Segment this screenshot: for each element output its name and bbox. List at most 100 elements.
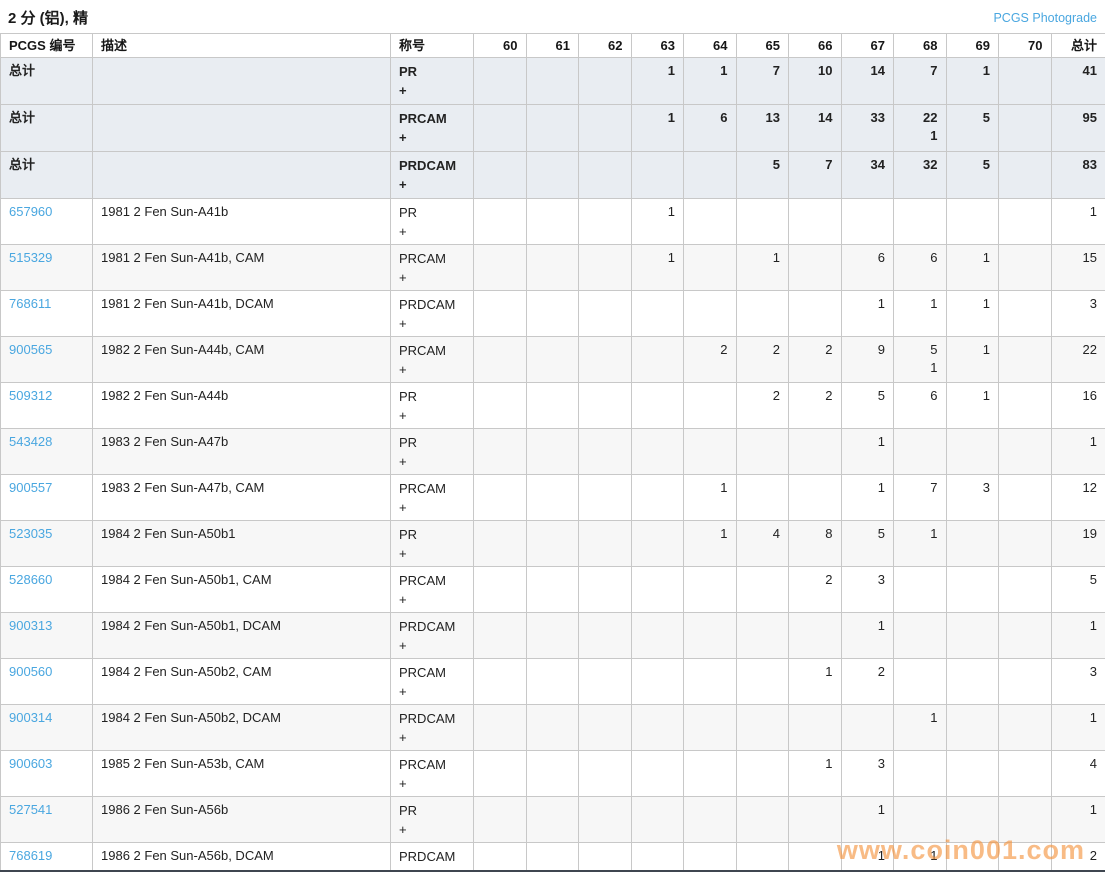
grade-64-count-cell — [684, 429, 737, 475]
pcgs-number-link[interactable]: 768611 — [9, 296, 51, 311]
table-row: 5275411986 2 Fen Sun-A56bPR+11 — [1, 797, 1105, 843]
total-count-cell: 15 — [1051, 245, 1105, 291]
grade-68-count-cell — [894, 751, 947, 797]
pcgs-number-link[interactable]: 523035 — [9, 526, 52, 541]
grade-66-count-cell — [789, 475, 842, 521]
grade-66-count-cell: 10 — [789, 58, 842, 105]
grade-68-count-cell — [894, 797, 947, 843]
grade-64-count-cell — [684, 705, 737, 751]
designation-cell: PRDCAM+ — [391, 613, 474, 659]
description-cell: 1984 2 Fen Sun-A50b2, DCAM — [93, 705, 391, 751]
grade-61-count-cell — [526, 337, 579, 383]
grade-count: 2 — [797, 341, 833, 359]
grade-63-count-cell: 1 — [631, 199, 684, 245]
pcgs-number-link[interactable]: 768619 — [9, 848, 52, 863]
grade-64-count-cell — [684, 659, 737, 705]
grade-68-count-cell — [894, 567, 947, 613]
column-header-total: 总计 — [1051, 34, 1105, 58]
designation-cell: PRCAM+ — [391, 751, 474, 797]
grade-count: 3 — [850, 755, 886, 773]
designation-label: PRDCAM — [399, 847, 465, 866]
summary-label: 总计 — [1, 152, 93, 199]
grade-60-count-cell — [474, 613, 527, 659]
grade-count: 1 — [850, 433, 886, 451]
pcgs-number-cell: 768619 — [1, 843, 93, 872]
grade-63-count-cell — [631, 659, 684, 705]
grade-60-count-cell — [474, 199, 527, 245]
pcgs-number-cell: 900314 — [1, 705, 93, 751]
grade-62-count-cell — [579, 337, 632, 383]
grade-count: 1 — [640, 62, 676, 80]
description-cell: 1985 2 Fen Sun-A53b, CAM — [93, 751, 391, 797]
pcgs-number-cell: 509312 — [1, 383, 93, 429]
description-cell: 1984 2 Fen Sun-A50b2, CAM — [93, 659, 391, 705]
grade-69-count-cell — [946, 521, 999, 567]
grade-66-count-cell — [789, 199, 842, 245]
total-count-cell: 16 — [1051, 383, 1105, 429]
grade-count: 2 — [797, 387, 833, 405]
grade-63-count-cell — [631, 705, 684, 751]
designation-label: PRCAM — [399, 341, 465, 360]
pcgs-number-cell: 900603 — [1, 751, 93, 797]
grade-64-count-cell — [684, 152, 737, 199]
grade-68-count-cell — [894, 429, 947, 475]
grade-61-count-cell — [526, 199, 579, 245]
pcgs-photograde-link[interactable]: PCGS Photograde — [993, 11, 1097, 25]
grade-69-count-cell: 3 — [946, 475, 999, 521]
pcgs-number-link[interactable]: 515329 — [9, 250, 52, 265]
pcgs-number-link[interactable]: 900560 — [9, 664, 52, 679]
description-cell: 1982 2 Fen Sun-A44b, CAM — [93, 337, 391, 383]
grade-67-count-cell: 1 — [841, 843, 894, 872]
grade-69-count-cell: 1 — [946, 383, 999, 429]
grade-61-count-cell — [526, 429, 579, 475]
grade-67-count-cell: 1 — [841, 475, 894, 521]
designation-cell: PRDCAM+ — [391, 705, 474, 751]
description-cell: 1984 2 Fen Sun-A50b1 — [93, 521, 391, 567]
pcgs-number-link[interactable]: 900557 — [9, 480, 52, 495]
table-row: 7686111981 2 Fen Sun-A41b, DCAMPRDCAM+11… — [1, 291, 1105, 337]
pcgs-number-link[interactable]: 657960 — [9, 204, 52, 219]
table-row: 9003141984 2 Fen Sun-A50b2, DCAMPRDCAM+1… — [1, 705, 1105, 751]
grade-61-count-cell — [526, 245, 579, 291]
pcgs-number-cell: 543428 — [1, 429, 93, 475]
population-table: PCGS 编号 描述 称号 6061626364656667686970总计 总… — [0, 33, 1105, 872]
pcgs-number-link[interactable]: 900313 — [9, 618, 52, 633]
pcgs-number-link[interactable]: 543428 — [9, 434, 52, 449]
designation-plus-label: + — [399, 774, 465, 793]
grade-63-count-cell — [631, 521, 684, 567]
pcgs-number-link[interactable]: 900314 — [9, 710, 52, 725]
grade-64-count-cell — [684, 291, 737, 337]
grade-66-count-cell — [789, 291, 842, 337]
pcgs-number-link[interactable]: 509312 — [9, 388, 52, 403]
pcgs-number-link[interactable]: 527541 — [9, 802, 52, 817]
designation-plus-label: + — [399, 590, 465, 609]
grade-62-count-cell — [579, 429, 632, 475]
column-header-grade-63: 63 — [631, 34, 684, 58]
grade-69-count-cell — [946, 751, 999, 797]
pcgs-number-link[interactable]: 900565 — [9, 342, 52, 357]
grade-64-count-cell — [684, 199, 737, 245]
grade-61-count-cell — [526, 613, 579, 659]
grade-67-count-cell: 1 — [841, 797, 894, 843]
grade-64-count-cell — [684, 751, 737, 797]
grade-count: 1 — [640, 249, 676, 267]
designation-label: PRCAM — [399, 249, 465, 268]
grade-65-count-cell: 5 — [736, 152, 789, 199]
grade-70-count-cell — [999, 337, 1052, 383]
grade-count: 5 — [902, 341, 938, 359]
grade-70-count-cell — [999, 843, 1052, 872]
pcgs-number-link[interactable]: 900603 — [9, 756, 52, 771]
pcgs-number-link[interactable]: 528660 — [9, 572, 52, 587]
grade-count: 1 — [902, 847, 938, 865]
total-count-cell: 19 — [1051, 521, 1105, 567]
grade-count: 1 — [955, 341, 991, 359]
grade-count: 1 — [745, 249, 781, 267]
grade-66-count-cell: 8 — [789, 521, 842, 567]
grade-65-count-cell — [736, 567, 789, 613]
grade-67-count-cell: 2 — [841, 659, 894, 705]
grade-70-count-cell — [999, 521, 1052, 567]
total-count-cell: 4 — [1051, 751, 1105, 797]
description-cell: 1983 2 Fen Sun-A47b, CAM — [93, 475, 391, 521]
grade-count: 8 — [797, 525, 833, 543]
grade-70-count-cell — [999, 659, 1052, 705]
